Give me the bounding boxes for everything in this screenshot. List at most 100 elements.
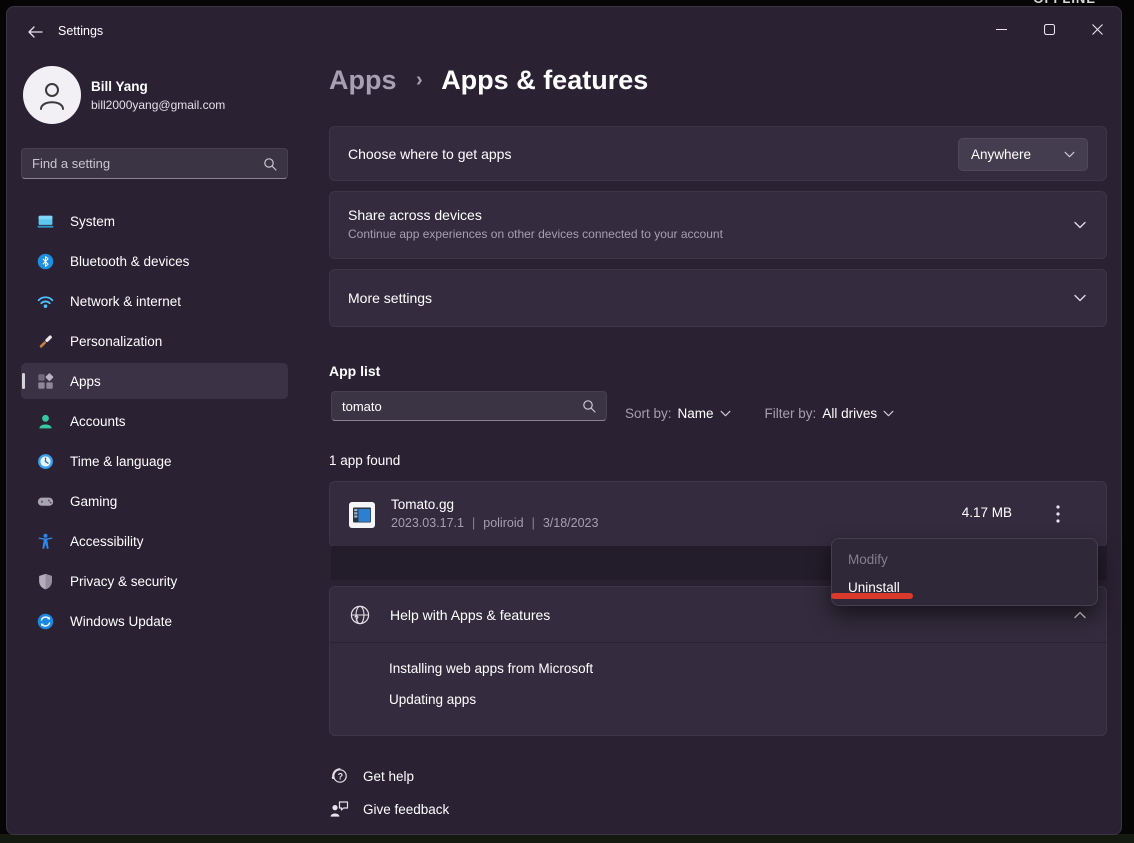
- share-across-devices-card[interactable]: Share across devices Continue app experi…: [329, 191, 1107, 259]
- chevron-down-icon[interactable]: [1074, 221, 1086, 229]
- sidebar-item-label: Time & language: [70, 454, 172, 469]
- breadcrumb-parent[interactable]: Apps: [329, 65, 397, 95]
- help-card: ? Help with Apps & features Installing w…: [329, 586, 1107, 736]
- filter-by-dropdown[interactable]: Filter by: All drives: [765, 406, 895, 421]
- give-feedback-icon: [329, 800, 349, 818]
- sidebar-item-network[interactable]: Network & internet: [21, 283, 288, 319]
- windows-update-icon: [37, 613, 54, 630]
- get-help-icon: ?: [331, 767, 349, 785]
- chevron-up-icon[interactable]: [1074, 611, 1086, 619]
- sidebar-item-privacy[interactable]: Privacy & security: [21, 563, 288, 599]
- sidebar-item-label: Accounts: [70, 414, 126, 429]
- apps-icon: [37, 373, 54, 390]
- breadcrumb-separator-icon: ›: [404, 69, 435, 91]
- app-name: Tomato.gg: [391, 497, 454, 512]
- help-title: Help with Apps & features: [390, 607, 550, 623]
- sidebar-item-label: Personalization: [70, 334, 162, 349]
- bluetooth-icon: [37, 253, 54, 270]
- close-button[interactable]: [1077, 15, 1117, 43]
- filter-by-label: Filter by:: [765, 406, 817, 421]
- sidebar-item-bluetooth[interactable]: Bluetooth & devices: [21, 243, 288, 279]
- app-list-heading: App list: [329, 363, 380, 379]
- help-body: Installing web apps from Microsoft Updat…: [330, 643, 1106, 707]
- sidebar-item-label: Privacy & security: [70, 574, 177, 589]
- sidebar-item-label: Windows Update: [70, 614, 172, 629]
- desktop-background: OFFLINE Settings Bill Yang bill2000yang@…: [0, 0, 1134, 843]
- desktop-bottom-strip: [0, 834, 1134, 843]
- sidebar-item-time-language[interactable]: Time & language: [21, 443, 288, 479]
- share-title: Share across devices: [348, 207, 1106, 223]
- chevron-down-icon[interactable]: [1074, 294, 1086, 302]
- app-search-input[interactable]: [332, 399, 582, 414]
- window-title: Settings: [58, 24, 103, 38]
- app-publisher: poliroid: [483, 516, 523, 530]
- chevron-down-icon: [1064, 151, 1075, 158]
- back-button[interactable]: [21, 20, 49, 44]
- maximize-button[interactable]: [1029, 15, 1069, 43]
- search-icon: [263, 157, 277, 171]
- tomato-gg-app-icon: [349, 502, 375, 528]
- sort-by-label: Sort by:: [625, 406, 672, 421]
- privacy-icon: [37, 573, 54, 590]
- sort-by-dropdown[interactable]: Sort by: Name: [625, 406, 731, 421]
- app-size: 4.17 MB: [962, 505, 1012, 520]
- help-link-updating-apps[interactable]: Updating apps: [389, 692, 476, 707]
- sidebar-item-label: System: [70, 214, 115, 229]
- person-icon: [35, 78, 69, 112]
- close-icon: [1092, 24, 1103, 35]
- kebab-menu-icon: [1056, 505, 1060, 523]
- minimize-icon: [996, 24, 1007, 35]
- uninstall-red-underline-annotation: [831, 593, 913, 599]
- sidebar-item-system[interactable]: System: [21, 203, 288, 239]
- chevron-down-icon: [720, 410, 731, 417]
- sidebar-item-label: Accessibility: [70, 534, 144, 549]
- context-menu-modify[interactable]: Modify: [832, 545, 1097, 573]
- filter-by-value: All drives: [822, 406, 877, 421]
- time-language-icon: [37, 453, 54, 470]
- app-details: 2023.03.17.1|poliroid|3/18/2023: [391, 516, 598, 530]
- sidebar-item-personalization[interactable]: Personalization: [21, 323, 288, 359]
- svg-text:?: ?: [354, 614, 359, 623]
- get-apps-selected-option: Anywhere: [971, 147, 1031, 162]
- sidebar-item-accounts[interactable]: Accounts: [21, 403, 288, 439]
- result-count: 1 app found: [329, 453, 400, 468]
- sidebar-item-label: Network & internet: [70, 294, 181, 309]
- share-description: Continue app experiences on other device…: [348, 227, 1106, 241]
- avatar[interactable]: [23, 66, 81, 124]
- app-search-box[interactable]: [331, 391, 607, 421]
- sidebar-item-label: Gaming: [70, 494, 117, 509]
- sidebar-item-gaming[interactable]: Gaming: [21, 483, 288, 519]
- minimize-button[interactable]: [981, 15, 1021, 43]
- breadcrumb: Apps › Apps & features: [329, 65, 648, 96]
- user-email: bill2000yang@gmail.com: [91, 98, 225, 112]
- sidebar-item-accessibility[interactable]: Accessibility: [21, 523, 288, 559]
- sidebar-nav: System Bluetooth & devices Network & int…: [21, 203, 288, 643]
- accessibility-icon: [37, 533, 54, 550]
- get-help-link[interactable]: ? Get help: [331, 767, 414, 785]
- personalization-icon: [37, 333, 54, 350]
- get-apps-dropdown[interactable]: Anywhere: [958, 138, 1088, 171]
- sidebar-item-label: Apps: [70, 374, 101, 389]
- app-install-date: 3/18/2023: [543, 516, 599, 530]
- settings-window: Settings Bill Yang bill2000yang@gmail.co…: [6, 6, 1122, 835]
- back-arrow-icon: [27, 26, 43, 38]
- help-link-installing-web-apps[interactable]: Installing web apps from Microsoft: [389, 661, 593, 676]
- settings-search-input[interactable]: [22, 156, 263, 171]
- give-feedback-label: Give feedback: [363, 802, 449, 817]
- svg-text:?: ?: [338, 771, 344, 781]
- app-more-options-button[interactable]: [1044, 498, 1072, 530]
- user-name: Bill Yang: [91, 79, 148, 94]
- settings-search-box[interactable]: [21, 148, 288, 179]
- give-feedback-link[interactable]: Give feedback: [329, 800, 449, 818]
- sidebar-item-windows-update[interactable]: Windows Update: [21, 603, 288, 639]
- more-settings-title: More settings: [348, 290, 432, 306]
- search-icon: [582, 399, 596, 413]
- chevron-down-icon: [883, 410, 894, 417]
- sidebar-item-apps[interactable]: Apps: [21, 363, 288, 399]
- more-settings-card[interactable]: More settings: [329, 269, 1107, 327]
- sidebar-item-label: Bluetooth & devices: [70, 254, 189, 269]
- accounts-icon: [37, 413, 54, 430]
- sort-filter-bar: Sort by: Name Filter by: All drives: [625, 403, 894, 423]
- help-globe-icon: ?: [349, 604, 371, 626]
- detail-separator: |: [464, 516, 483, 530]
